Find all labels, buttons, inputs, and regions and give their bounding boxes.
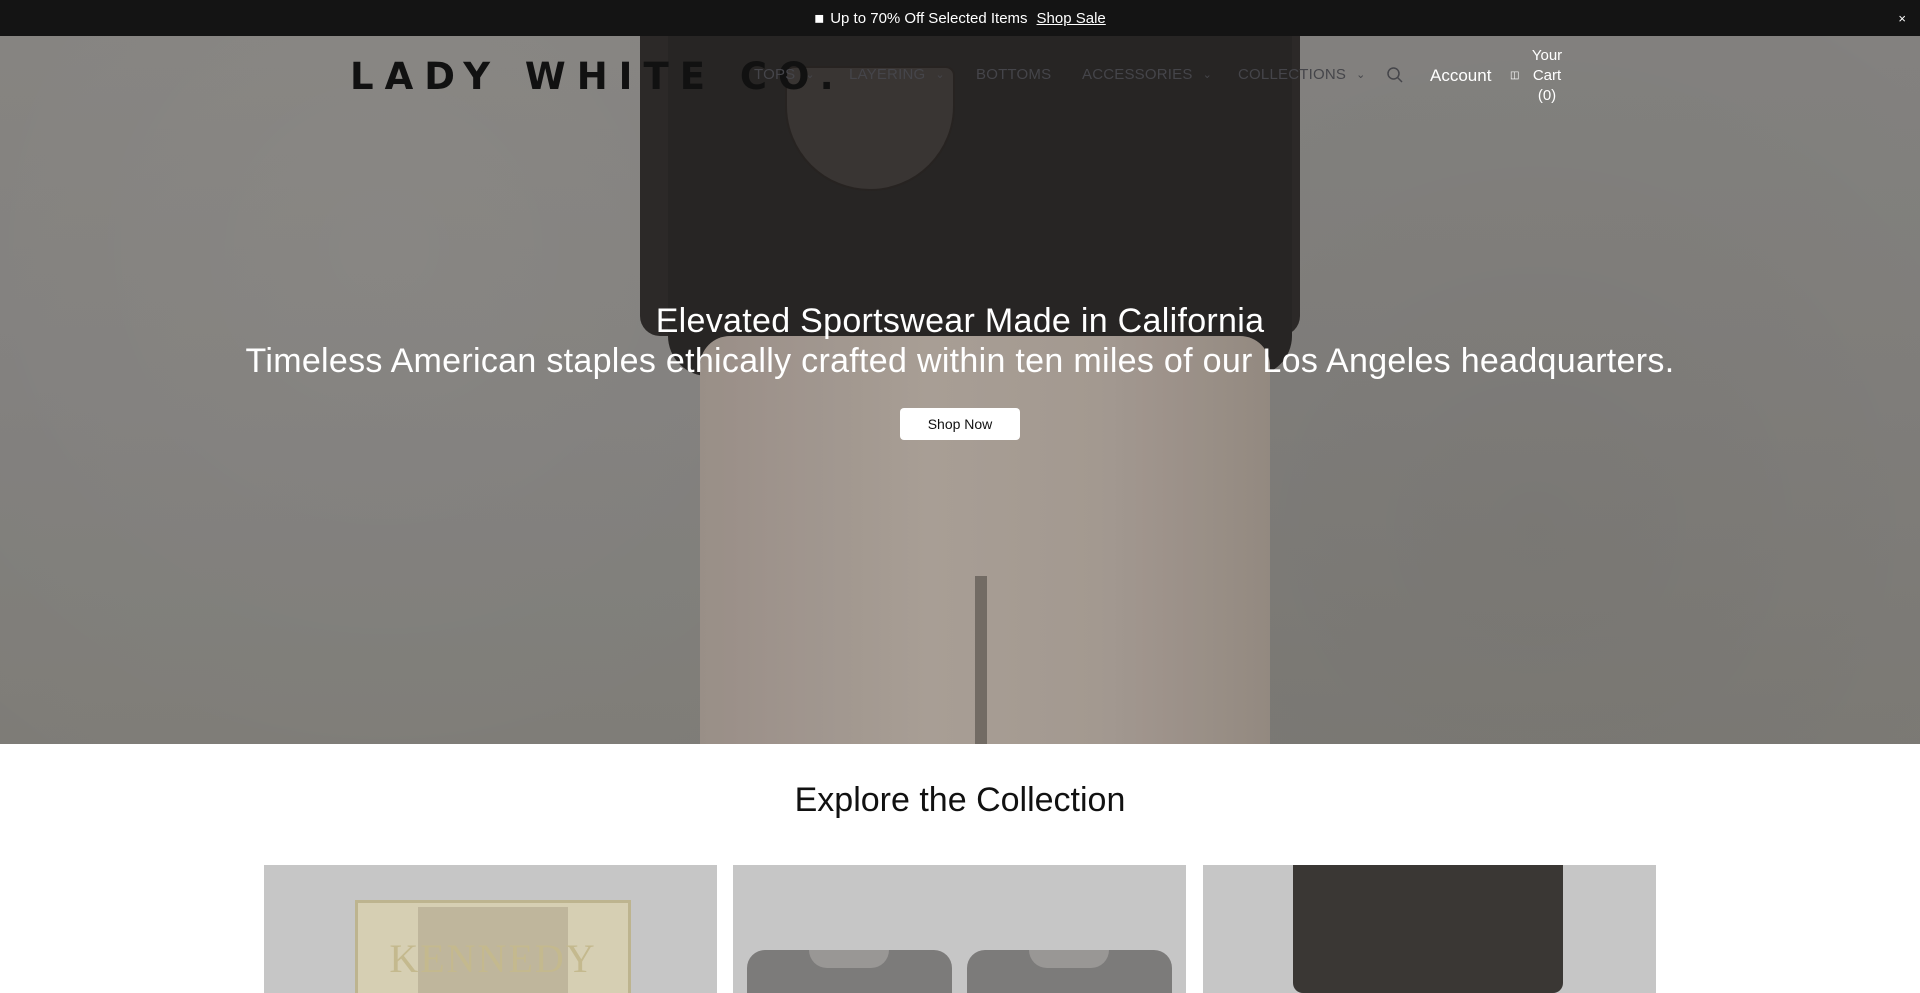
nav-item-bottoms[interactable]: BOTTOMS xyxy=(976,66,1051,83)
search-icon[interactable] xyxy=(1386,66,1404,84)
nav-item-label: LAYERING xyxy=(849,66,926,83)
shop-sale-link[interactable]: Shop Sale xyxy=(1037,10,1106,27)
card-image-tee xyxy=(967,950,1172,993)
account-link[interactable]: Account xyxy=(1430,66,1491,86)
hero-subtitle: Timeless American staples ethically craf… xyxy=(245,342,1675,380)
collection-card[interactable]: KENNEDY xyxy=(264,865,717,993)
announcement-bar: ◼ Up to 70% Off Selected Items Shop Sale… xyxy=(0,0,1920,36)
nav-item-collections[interactable]: COLLECTIONS ⌄ xyxy=(1238,66,1365,83)
chevron-down-icon: ⌄ xyxy=(805,69,815,81)
nav-item-label: TOPS xyxy=(754,66,796,83)
card-image-book: KENNEDY xyxy=(355,900,631,993)
close-icon[interactable]: × xyxy=(1898,0,1906,36)
nav-item-accessories[interactable]: ACCESSORIES ⌄ xyxy=(1082,66,1212,83)
collection-card[interactable] xyxy=(1203,865,1656,993)
nav-item-label: BOTTOMS xyxy=(976,66,1052,83)
chevron-down-icon: ⌄ xyxy=(1356,69,1366,81)
card-image-shorts xyxy=(1293,865,1563,993)
cart-icon[interactable]: ◫ xyxy=(1510,70,1519,81)
chevron-down-icon: ⌄ xyxy=(935,69,945,81)
card-image-tee xyxy=(747,950,952,993)
tee-collar xyxy=(1029,950,1109,968)
tee-collar xyxy=(809,950,889,968)
hero-overlay xyxy=(0,36,1920,744)
hero-banner xyxy=(0,36,1920,744)
nav-item-layering[interactable]: LAYERING ⌄ xyxy=(849,66,945,83)
collection-card[interactable] xyxy=(733,865,1186,993)
collection-title: Explore the Collection xyxy=(794,781,1126,819)
nav-item-label: ACCESSORIES xyxy=(1082,66,1193,83)
book-title: KENNEDY xyxy=(389,936,597,981)
cart-label-line1: Your xyxy=(1531,47,1563,64)
cart-count: (0) xyxy=(1537,87,1557,104)
announcement-text: Up to 70% Off Selected Items xyxy=(830,9,1028,27)
nav-item-label: COLLECTIONS xyxy=(1238,66,1347,83)
shop-now-button[interactable]: Shop Now xyxy=(900,408,1020,440)
cart-link[interactable]: Your Cart (0) xyxy=(1525,46,1569,106)
nav-item-tops[interactable]: TOPS ⌄ xyxy=(754,66,815,83)
chevron-down-icon: ⌄ xyxy=(1202,69,1212,81)
main-nav: TOPS ⌄ LAYERING ⌄ BOTTOMS ACCESSORIES ⌄ … xyxy=(0,66,1920,86)
cart-label-line2: Cart xyxy=(1532,67,1562,84)
tag-icon: ◼ xyxy=(814,11,825,25)
hero-title: Elevated Sportswear Made in California xyxy=(655,302,1265,340)
